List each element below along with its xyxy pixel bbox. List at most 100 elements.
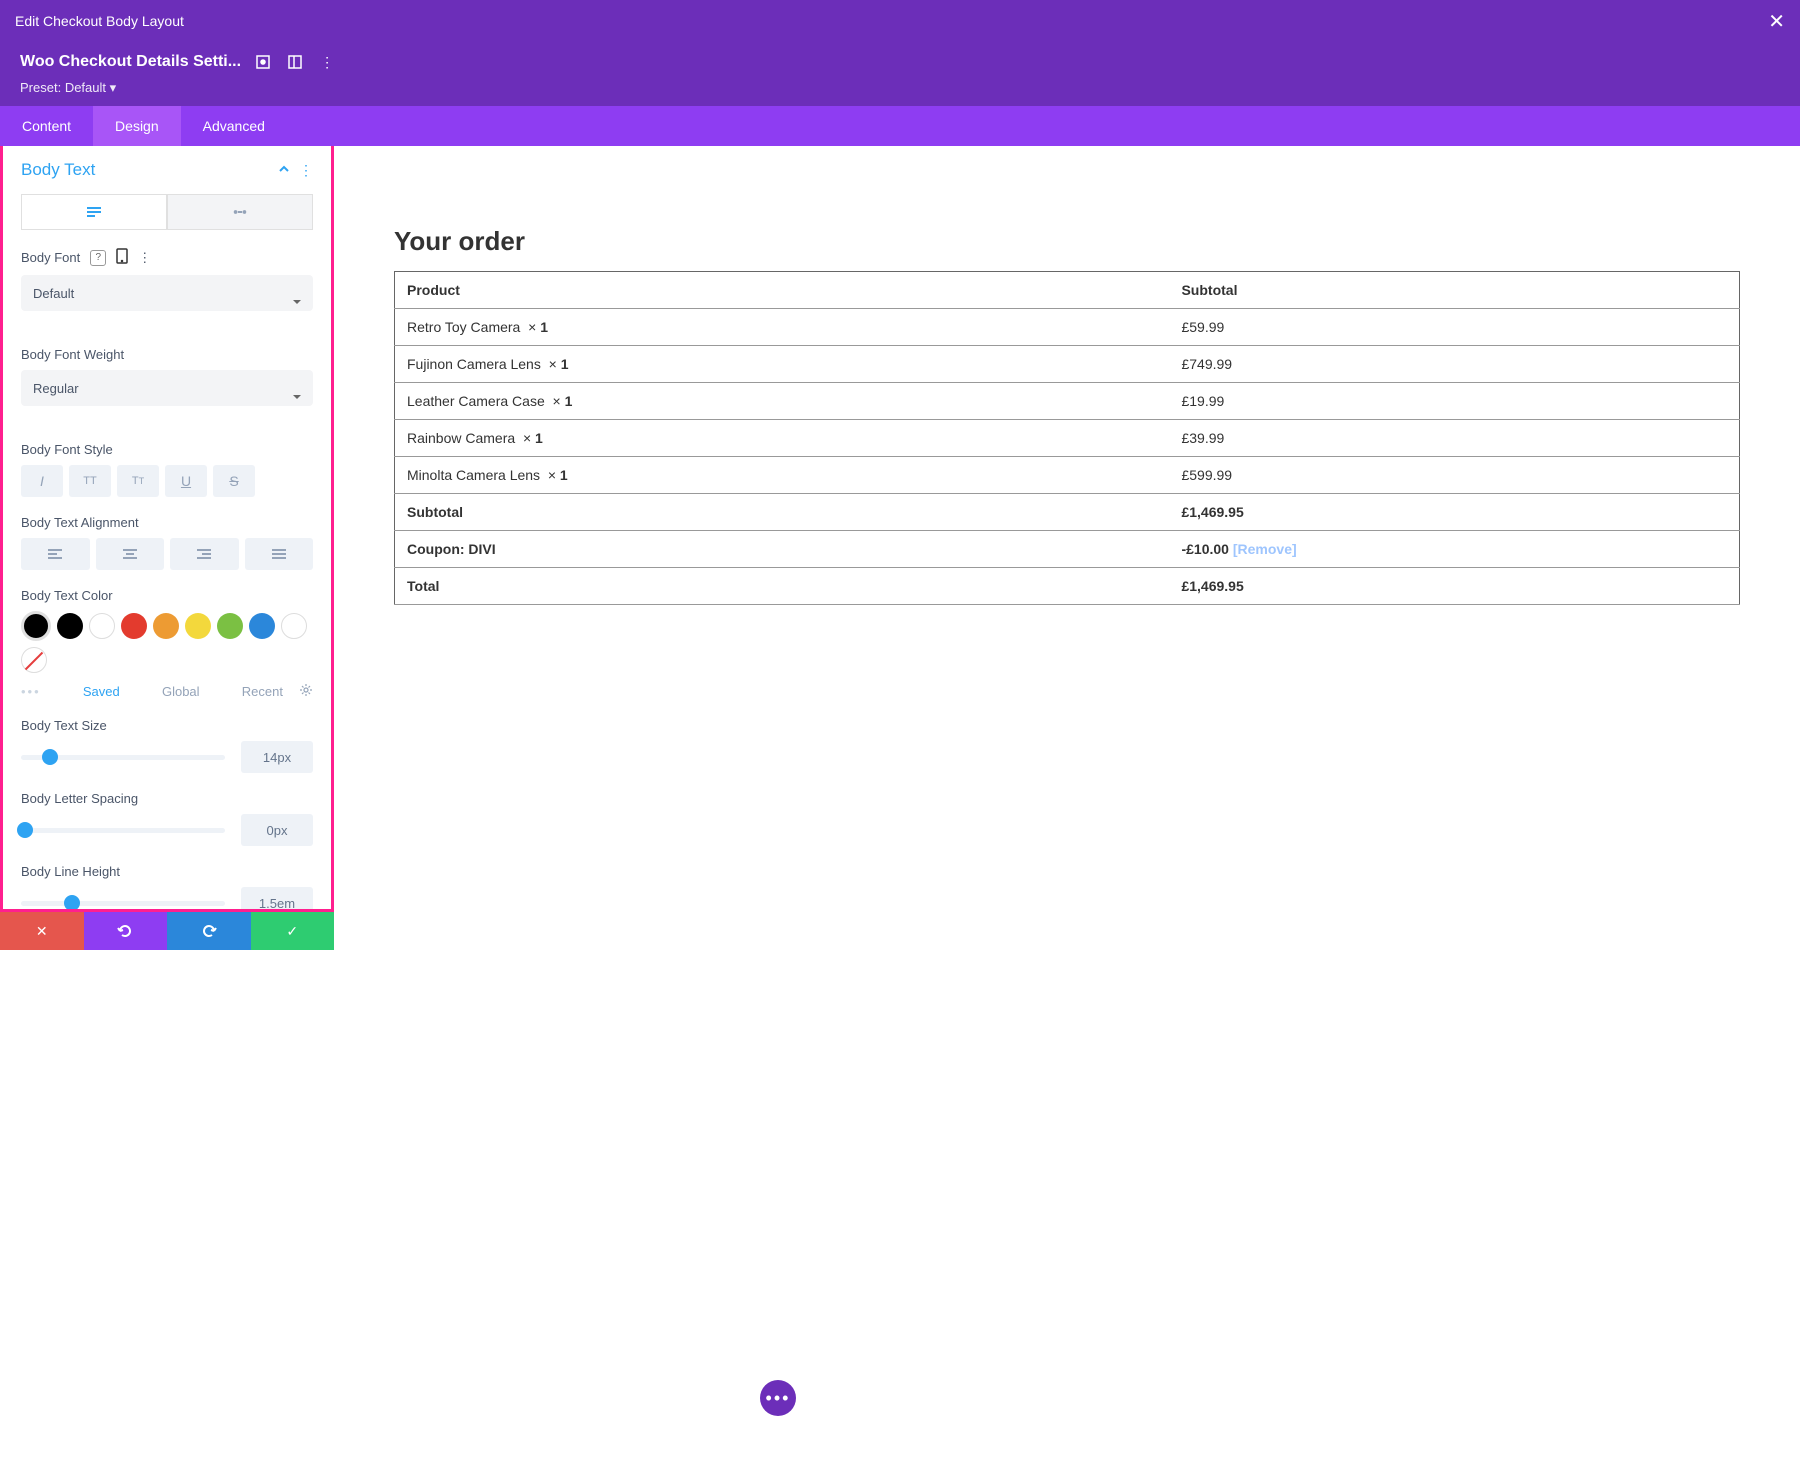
coupon-label: Coupon: DIVI bbox=[395, 531, 1170, 568]
alignment-buttons bbox=[21, 538, 313, 570]
save-button[interactable]: ✓ bbox=[251, 912, 335, 950]
subtotal-label: Subtotal bbox=[395, 494, 1170, 531]
align-center-button[interactable] bbox=[96, 538, 165, 570]
color-picker-button[interactable] bbox=[21, 611, 51, 641]
redo-button[interactable] bbox=[167, 912, 251, 950]
swatch-orange[interactable] bbox=[153, 613, 179, 639]
close-icon[interactable]: ✕ bbox=[1768, 9, 1785, 34]
label-font-weight: Body Font Weight bbox=[21, 347, 313, 362]
price-cell: £39.99 bbox=[1169, 420, 1739, 457]
table-row: Minolta Camera Lens × 1£599.99 bbox=[395, 457, 1740, 494]
swatch-green[interactable] bbox=[217, 613, 243, 639]
subtab-text[interactable] bbox=[21, 194, 167, 230]
palette-tab-global[interactable]: Global bbox=[162, 684, 200, 699]
label-body-font: Body Font ? ⋮ bbox=[21, 248, 313, 267]
align-left-button[interactable] bbox=[21, 538, 90, 570]
palette-tab-recent[interactable]: Recent bbox=[242, 684, 283, 699]
price-cell: £749.99 bbox=[1169, 346, 1739, 383]
section-title: Body Text bbox=[21, 160, 95, 180]
order-table: Product Subtotal Retro Toy Camera × 1£59… bbox=[394, 271, 1740, 605]
text-link-subtabs bbox=[21, 194, 313, 230]
letter-spacing-slider[interactable] bbox=[21, 828, 225, 833]
section-toggle-body-text[interactable]: Body Text ⋮ bbox=[3, 146, 331, 194]
table-row: Rainbow Camera × 1£39.99 bbox=[395, 420, 1740, 457]
body-font-select[interactable]: Default bbox=[21, 275, 313, 311]
label-font-style: Body Font Style bbox=[21, 442, 313, 457]
palette-tabs: ••• Saved Global Recent bbox=[21, 683, 313, 700]
tab-advanced[interactable]: Advanced bbox=[181, 106, 287, 146]
label-line-height: Body Line Height bbox=[21, 864, 313, 879]
total-label: Total bbox=[395, 568, 1170, 605]
settings-tabs: Content Design Advanced bbox=[0, 106, 1800, 146]
letter-spacing-input[interactable] bbox=[241, 814, 313, 846]
subtab-link[interactable] bbox=[167, 194, 313, 230]
layout-icon[interactable] bbox=[285, 52, 305, 72]
remove-coupon-link[interactable]: [Remove] bbox=[1233, 541, 1297, 557]
modal-title-bar: Edit Checkout Body Layout ✕ bbox=[0, 0, 1800, 42]
chevron-down-icon: ▾ bbox=[110, 80, 117, 95]
total-value: £1,469.95 bbox=[1169, 568, 1739, 605]
swatch-white[interactable] bbox=[89, 613, 115, 639]
module-title: Woo Checkout Details Setti... bbox=[20, 53, 241, 71]
coupon-value: -£10.00 [Remove] bbox=[1169, 531, 1739, 568]
preview-canvas: Your order Product Subtotal Retro Toy Ca… bbox=[334, 146, 1800, 912]
product-cell: Minolta Camera Lens × 1 bbox=[395, 457, 1170, 494]
chevron-up-icon bbox=[277, 162, 291, 179]
strikethrough-button[interactable]: S bbox=[213, 465, 255, 497]
swatch-white-2[interactable] bbox=[281, 613, 307, 639]
palette-settings-icon[interactable] bbox=[299, 683, 313, 700]
undo-button[interactable] bbox=[84, 912, 168, 950]
font-weight-select[interactable]: Regular bbox=[21, 370, 313, 406]
subtotal-value: £1,469.95 bbox=[1169, 494, 1739, 531]
text-size-slider[interactable] bbox=[21, 755, 225, 760]
underline-button[interactable]: U bbox=[165, 465, 207, 497]
align-justify-button[interactable] bbox=[245, 538, 314, 570]
font-style-buttons: I TT TT U S bbox=[21, 465, 313, 497]
palette-tab-saved[interactable]: Saved bbox=[83, 684, 120, 699]
cancel-button[interactable]: ✕ bbox=[0, 912, 84, 950]
expand-icon[interactable] bbox=[253, 52, 273, 72]
swatch-red[interactable] bbox=[121, 613, 147, 639]
table-row: Retro Toy Camera × 1£59.99 bbox=[395, 309, 1740, 346]
action-bar: ✕ ✓ bbox=[0, 912, 334, 950]
modal-title: Edit Checkout Body Layout bbox=[15, 13, 184, 29]
more-options-icon[interactable]: ⋮ bbox=[317, 52, 337, 72]
product-cell: Retro Toy Camera × 1 bbox=[395, 309, 1170, 346]
line-height-input[interactable] bbox=[241, 887, 313, 912]
swatch-blue[interactable] bbox=[249, 613, 275, 639]
product-cell: Fujinon Camera Lens × 1 bbox=[395, 346, 1170, 383]
table-row: Leather Camera Case × 1£19.99 bbox=[395, 383, 1740, 420]
text-size-input[interactable] bbox=[241, 741, 313, 773]
order-heading: Your order bbox=[394, 226, 1740, 257]
tab-content[interactable]: Content bbox=[0, 106, 93, 146]
product-cell: Leather Camera Case × 1 bbox=[395, 383, 1170, 420]
line-height-slider[interactable] bbox=[21, 901, 225, 906]
uppercase-button[interactable]: TT bbox=[69, 465, 111, 497]
swatch-black[interactable] bbox=[57, 613, 83, 639]
align-right-button[interactable] bbox=[170, 538, 239, 570]
swatch-yellow[interactable] bbox=[185, 613, 211, 639]
col-subtotal: Subtotal bbox=[1169, 272, 1739, 309]
italic-button[interactable]: I bbox=[21, 465, 63, 497]
preset-selector[interactable]: Preset: Default ▾ bbox=[20, 80, 1780, 106]
tab-design[interactable]: Design bbox=[93, 106, 181, 146]
smallcaps-button[interactable]: TT bbox=[117, 465, 159, 497]
section-options-icon[interactable]: ⋮ bbox=[299, 162, 313, 179]
label-text-color: Body Text Color bbox=[21, 588, 313, 603]
swatch-none[interactable] bbox=[21, 647, 47, 673]
help-icon[interactable]: ? bbox=[90, 250, 106, 266]
fab-more-icon[interactable]: ••• bbox=[760, 1380, 796, 1416]
palette-more-icon[interactable]: ••• bbox=[21, 684, 41, 699]
field-options-icon[interactable]: ⋮ bbox=[138, 250, 151, 266]
label-text-size: Body Text Size bbox=[21, 718, 313, 733]
price-cell: £19.99 bbox=[1169, 383, 1739, 420]
price-cell: £59.99 bbox=[1169, 309, 1739, 346]
col-product: Product bbox=[395, 272, 1170, 309]
color-swatches bbox=[21, 611, 313, 673]
label-letter-spacing: Body Letter Spacing bbox=[21, 791, 313, 806]
settings-panel: Body Text ⋮ Body Font ? bbox=[0, 146, 334, 912]
table-row: Fujinon Camera Lens × 1£749.99 bbox=[395, 346, 1740, 383]
label-alignment: Body Text Alignment bbox=[21, 515, 313, 530]
device-icon[interactable] bbox=[116, 248, 128, 267]
module-header: Woo Checkout Details Setti... ⋮ Preset: … bbox=[0, 42, 1800, 106]
